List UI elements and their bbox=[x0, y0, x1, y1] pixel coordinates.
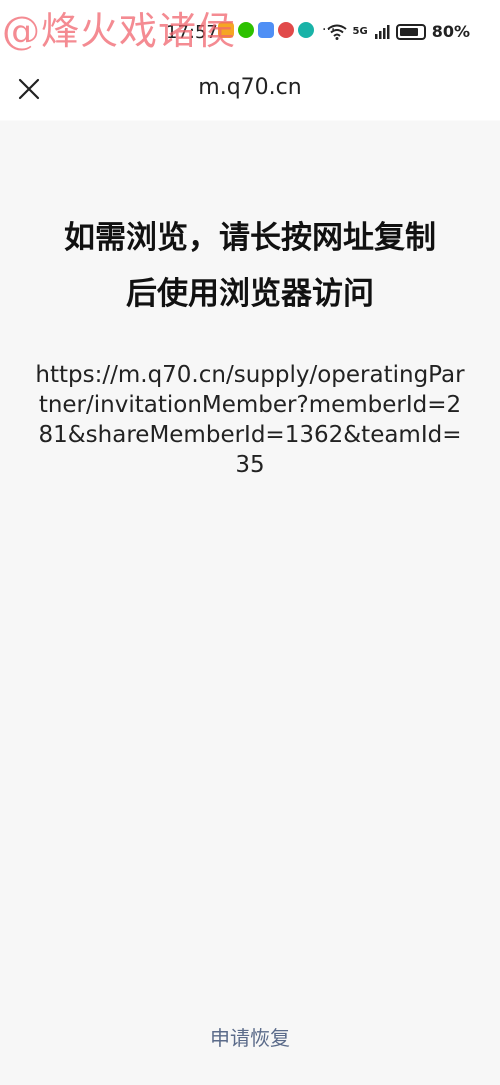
title-bar: m.q70.cn bbox=[0, 60, 500, 120]
wifi-icon bbox=[326, 24, 347, 40]
page-title: m.q70.cn bbox=[198, 75, 302, 100]
wechat-icon bbox=[238, 22, 254, 38]
instruction-heading: 如需浏览，请长按网址复制 后使用浏览器访问 bbox=[30, 210, 470, 322]
notification-icons: ··· bbox=[218, 22, 335, 38]
signal-icon bbox=[374, 24, 390, 39]
chat-bubble-icon bbox=[298, 22, 314, 38]
signal-label: 5G bbox=[352, 26, 368, 37]
url-text[interactable]: https://m.q70.cn/supply/operatingPartner… bbox=[34, 360, 466, 480]
app-gallery-icon bbox=[258, 22, 274, 38]
app-orange-icon bbox=[218, 22, 234, 38]
status-bar: 17:57 ··· 5G 80% bbox=[0, 0, 500, 60]
battery-icon bbox=[395, 23, 426, 40]
heading-line-2: 后使用浏览器访问 bbox=[126, 276, 374, 312]
screen: @烽火戏诸侯 17:57 ··· 5G 80% m.q70.cn 如需浏览，请长… bbox=[0, 0, 500, 1085]
status-time: 17:57 bbox=[166, 22, 218, 43]
request-restore-link[interactable]: 申请恢复 bbox=[0, 1022, 500, 1051]
status-right: 5G 80% bbox=[326, 22, 470, 41]
app-red-icon bbox=[278, 22, 294, 38]
heading-line-1: 如需浏览，请长按网址复制 bbox=[64, 220, 436, 256]
battery-level: 80% bbox=[431, 22, 470, 41]
